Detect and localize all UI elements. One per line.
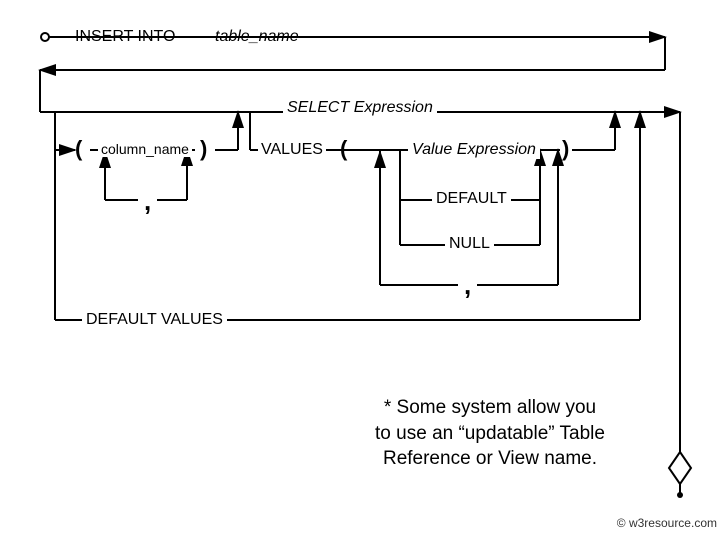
footnote-line1: * Some system allow you — [384, 397, 596, 418]
keyword-select-expression: SELECT Expression — [283, 99, 437, 117]
footnote: * Some system allow you to use an “updat… — [330, 395, 650, 472]
placeholder-table-name: table_name — [215, 28, 299, 46]
lparen-cols: ( — [75, 136, 82, 162]
keyword-values: VALUES — [258, 141, 326, 159]
comma-vals: , — [458, 270, 477, 301]
rparen-cols: ) — [200, 136, 207, 162]
comma-cols: , — [138, 186, 157, 217]
placeholder-column-name: column_name — [98, 141, 192, 157]
rparen-vals: ) — [562, 136, 569, 162]
keyword-default: DEFAULT — [432, 190, 511, 208]
keyword-insert-into: INSERT INTO — [75, 28, 175, 46]
copyright-text: © w3resource.com — [617, 516, 717, 530]
lparen-vals: ( — [340, 136, 347, 162]
footnote-line2: to use an “updatable” Table — [375, 423, 605, 444]
keyword-null: NULL — [445, 235, 494, 253]
footnote-line3: Reference or View name. — [383, 448, 597, 469]
keyword-default-values: DEFAULT VALUES — [82, 311, 227, 329]
placeholder-value-expression: Value Expression — [408, 141, 540, 159]
